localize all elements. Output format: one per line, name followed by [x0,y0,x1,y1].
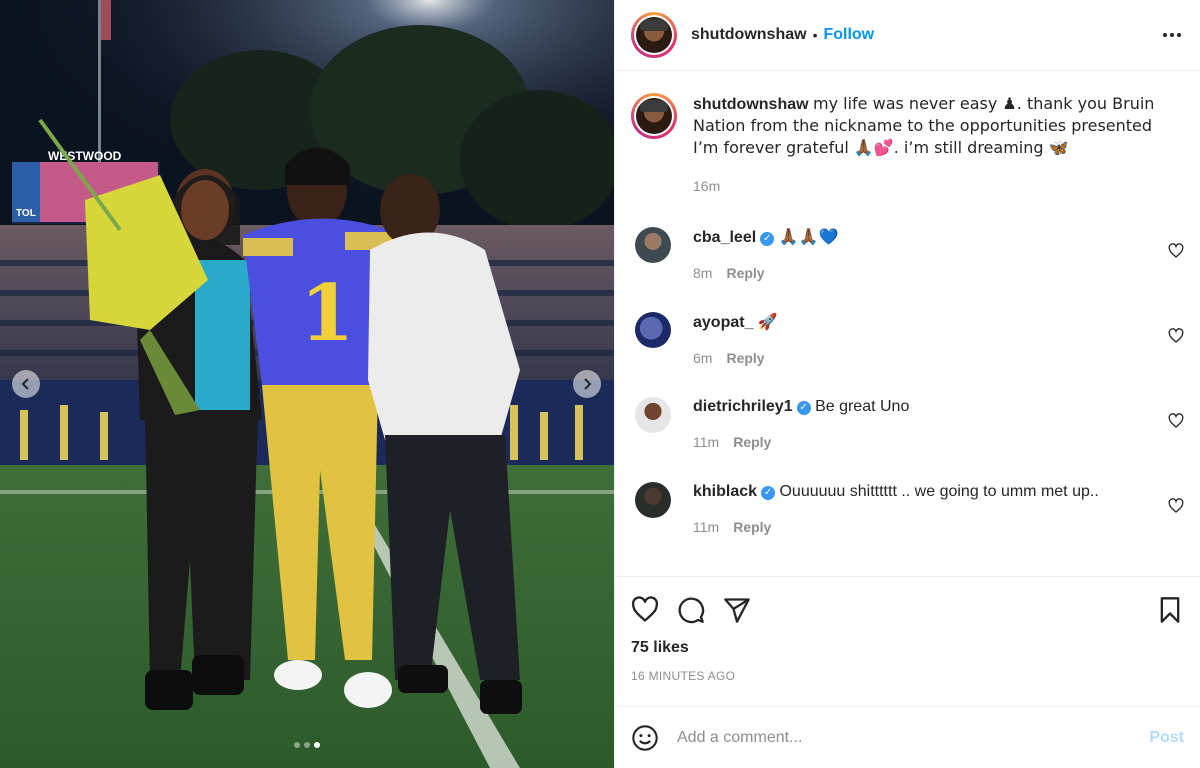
commenter-avatar[interactable] [635,312,671,348]
chevron-right-icon [584,378,592,390]
comment-time[interactable]: 11m [693,434,719,450]
comment-item: cba_leel ✓ 🙏🏾🙏🏾💙 8m Reply [631,209,1184,294]
caption-username[interactable]: shutdownshaw [693,96,809,113]
post-timestamp: 16 MINUTES AGO [631,669,736,683]
author-avatar[interactable] [631,12,677,58]
comment-item: khiblack ✓ Ouuuuuu shitttttt .. we going … [631,464,1184,549]
commenter-avatar[interactable] [635,227,671,263]
more-options-button[interactable] [1160,23,1184,47]
share-icon[interactable] [723,596,751,624]
follow-button[interactable]: Follow [823,26,874,44]
reply-button[interactable]: Reply [733,519,771,535]
carousel-dot [294,742,300,748]
carousel-dot [304,742,310,748]
comment-time[interactable]: 11m [693,519,719,535]
author-username[interactable]: shutdownshaw [691,26,807,44]
verified-badge-icon: ✓ [761,486,776,500]
reply-button[interactable]: Reply [733,434,771,450]
commenter-avatar[interactable] [635,397,671,433]
commenter-username[interactable]: ayopat_ [693,314,753,331]
post-actions: 75 likes 16 MINUTES AGO [615,576,1200,706]
carousel-indicator [0,742,614,748]
more-options-icon [1163,33,1181,37]
commenter-username[interactable]: dietrichriley1 [693,398,793,415]
comment-item: ayopat_ 🚀 6m Reply [631,294,1184,379]
comment-time[interactable]: 6m [693,350,712,366]
reply-button[interactable]: Reply [726,350,764,366]
reply-button[interactable]: Reply [726,265,764,281]
scoreboard-text: TOL [16,208,36,219]
comment-text: 🚀 [757,312,778,331]
post-header: shutdownshaw • Follow [615,0,1200,71]
carousel-dot-active [314,742,320,748]
verified-badge-icon: ✓ [796,401,811,415]
commenter-username[interactable]: cba_leel [693,229,756,246]
separator-dot: • [812,27,818,43]
like-comment-heart-icon[interactable] [1168,243,1184,259]
instagram-post: WESTWOOD TOL 1 shutdownshaw • Follow shu… [0,0,1200,768]
photo-scene: WESTWOOD TOL 1 [0,0,614,768]
jersey-number: 1 [300,268,354,359]
post-photo[interactable]: WESTWOOD TOL 1 [0,0,614,768]
caption-avatar[interactable] [631,93,677,139]
next-photo-button[interactable] [573,370,601,398]
post-comment-button[interactable]: Post [1149,729,1184,747]
comment-time[interactable]: 8m [693,265,712,281]
comment-icon[interactable] [677,596,705,624]
comment-text: Be great Uno [815,398,910,415]
bookmark-icon[interactable] [1156,596,1184,624]
comment-text: 🙏🏾🙏🏾💙 [778,227,839,246]
comments-list[interactable]: shutdownshaw my life was never easy ♟. t… [615,71,1200,576]
comment-item: dietrichriley1 ✓ Be great Uno 11m Reply [631,379,1184,464]
westwood-board-text: WESTWOOD [48,149,122,163]
chevron-left-icon [21,378,29,390]
add-comment-bar: Post [615,706,1200,768]
previous-photo-button[interactable] [12,370,40,398]
caption-time[interactable]: 16m [693,178,720,194]
like-comment-heart-icon[interactable] [1168,498,1184,514]
comment-text: Ouuuuuu shitttttt .. we going to umm met… [779,483,1099,500]
smiley-icon[interactable] [631,724,659,752]
post-caption: shutdownshaw my life was never easy ♟. t… [631,71,1184,197]
likes-count[interactable]: 75 likes [631,639,1184,657]
like-comment-heart-icon[interactable] [1168,413,1184,429]
heart-icon[interactable] [631,596,659,624]
verified-badge-icon: ✓ [760,232,775,246]
like-comment-heart-icon[interactable] [1168,328,1184,344]
post-details-panel: shutdownshaw • Follow shutdownshaw my li… [614,0,1200,768]
commenter-avatar[interactable] [635,482,671,518]
commenter-username[interactable]: khiblack [693,483,757,500]
comment-input[interactable] [677,728,1150,747]
